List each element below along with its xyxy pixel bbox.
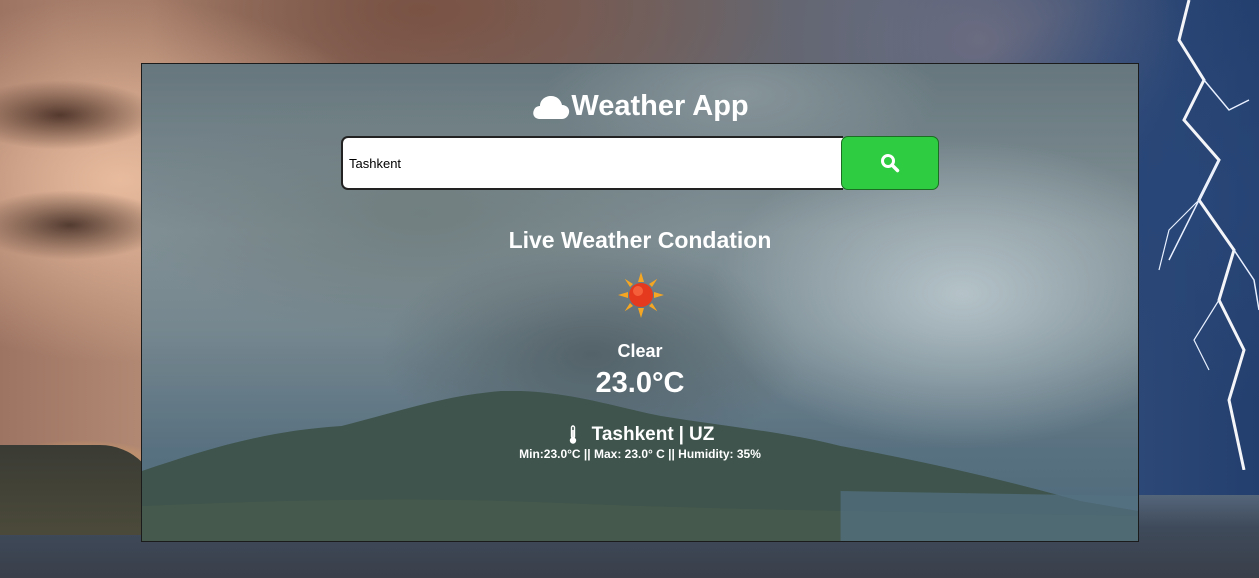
country-code: UZ — [689, 424, 715, 445]
lightning-bolt — [1149, 0, 1259, 471]
thermometer-icon — [566, 425, 580, 445]
weather-details: Min:23.0°C || Max: 23.0° C || Humidity: … — [519, 447, 761, 461]
app-title: Weather App — [142, 90, 1138, 123]
search-icon — [881, 154, 900, 173]
weather-card: Weather App Live Weather Condation — [141, 63, 1139, 542]
weather-condition: Clear — [617, 341, 663, 361]
city-search-input[interactable] — [341, 136, 843, 190]
location: Tashkent | UZ — [142, 424, 1138, 446]
background-cloud — [0, 80, 160, 150]
location-separator: | — [678, 424, 684, 445]
temperature: 23.0°C — [595, 367, 685, 399]
weather-heading: Live Weather Condation — [508, 227, 772, 253]
app-title-text: Weather App — [571, 90, 749, 122]
search-bar — [341, 136, 940, 190]
sun-icon — [616, 270, 666, 320]
cloud-icon — [531, 93, 571, 121]
search-button[interactable] — [841, 136, 939, 190]
city-name: Tashkent — [591, 424, 674, 445]
background-land — [0, 445, 160, 535]
